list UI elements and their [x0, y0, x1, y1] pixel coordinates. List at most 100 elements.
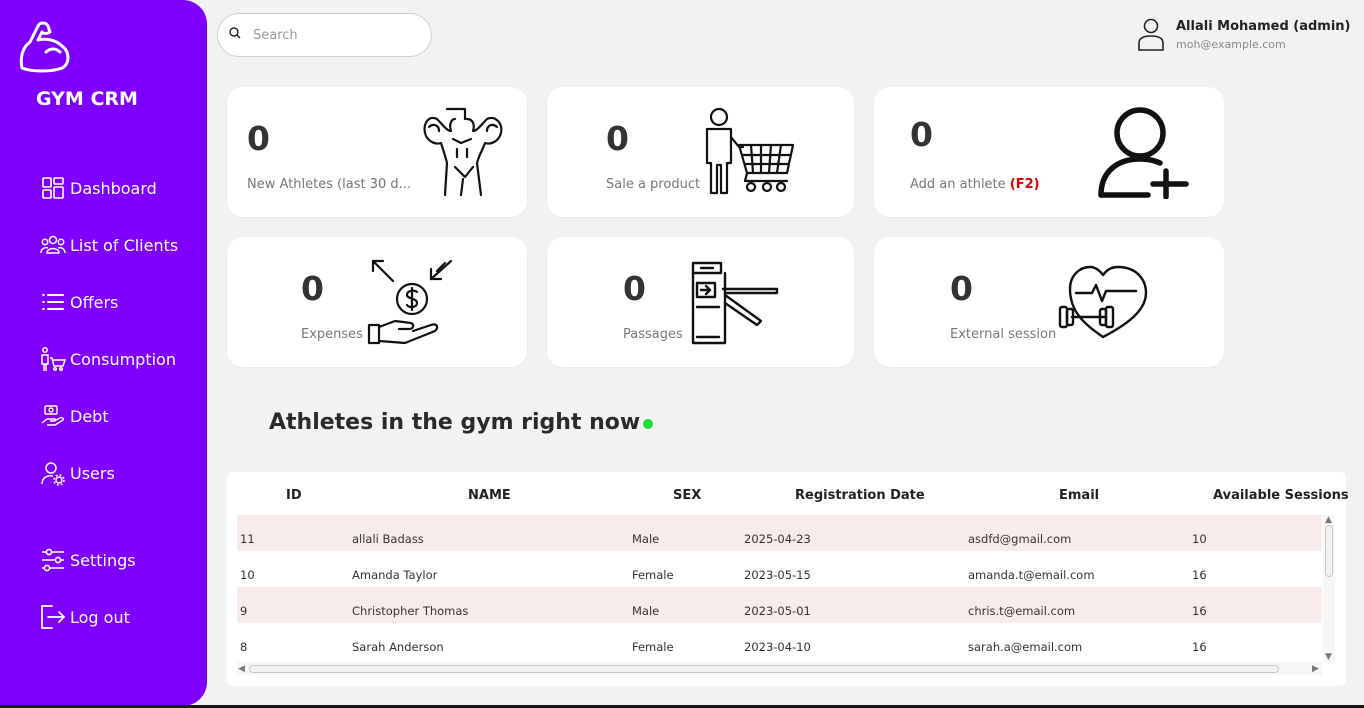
sidebar-item-settings[interactable]: Settings — [40, 545, 136, 575]
sidebar-item-label: Offers — [70, 292, 119, 312]
card-new-athletes[interactable]: 0 New Athletes (last 30 d... — [227, 87, 527, 217]
cell-registration-date: 2023-04-10 — [744, 640, 811, 654]
cell-name: allali Badass — [352, 532, 424, 546]
card-value: 0 — [606, 119, 629, 158]
sidebar-item-users[interactable]: Users — [40, 458, 115, 488]
scroll-right-arrow[interactable]: ▶ — [1312, 664, 1319, 674]
cell-sex: Female — [632, 640, 674, 654]
sidebar-item-label: Debt — [70, 406, 109, 426]
cell-available-sessions: 10 — [1192, 532, 1207, 546]
vertical-scroll-thumb[interactable] — [1325, 525, 1333, 577]
shortcut-hint: (F2) — [1009, 177, 1040, 192]
card-value: 0 — [623, 269, 646, 308]
vertical-scrollbar[interactable]: ▲ ▼ — [1323, 515, 1335, 662]
column-header-name[interactable]: NAME — [468, 488, 511, 503]
cell-sex: Male — [632, 604, 660, 618]
cell-email: chris.t@email.com — [968, 604, 1076, 618]
column-header-available-sessions[interactable]: Available Sessions — [1213, 488, 1349, 503]
cell-registration-date: 2023-05-15 — [744, 568, 811, 582]
card-label: Expenses — [301, 327, 363, 342]
card-value: 0 — [910, 115, 933, 154]
hand-coin-icon — [367, 259, 453, 345]
card-external-session[interactable]: 0 External session — [874, 237, 1224, 367]
column-header-registration-date[interactable]: Registration Date — [795, 488, 925, 503]
cell-email: sarah.a@email.com — [968, 640, 1083, 654]
scroll-up-arrow[interactable]: ▲ — [1325, 515, 1332, 525]
group-icon — [40, 232, 66, 258]
sidebar: GYM CRM Dashboard List of Clients Offers — [0, 0, 207, 706]
sidebar-item-label: Log out — [70, 607, 130, 627]
sidebar-item-label: Consumption — [70, 349, 176, 369]
sidebar-item-clients[interactable]: List of Clients — [40, 230, 178, 260]
cell-available-sessions: 16 — [1192, 604, 1207, 618]
grid-icon — [40, 175, 66, 201]
card-label: Sale a product — [606, 177, 701, 192]
card-value: 0 — [301, 269, 324, 308]
sidebar-item-dashboard[interactable]: Dashboard — [40, 173, 157, 203]
card-label: Passages — [623, 327, 683, 342]
card-sale-product[interactable]: 0 Sale a product — [547, 87, 854, 217]
section-title: Athletes in the gym right now — [269, 410, 654, 435]
cell-available-sessions: 16 — [1192, 640, 1207, 654]
cell-registration-date: 2023-05-01 — [744, 604, 811, 618]
column-header-email[interactable]: Email — [1059, 488, 1099, 503]
cell-sex: Female — [632, 568, 674, 582]
live-status-indicator — [643, 418, 654, 429]
table-row[interactable]: 8 Sarah Anderson Female 2023-04-10 sarah… — [237, 623, 1322, 659]
sidebar-item-offers[interactable]: Offers — [40, 287, 118, 317]
cell-name: Sarah Anderson — [352, 640, 444, 654]
user-name: Allali Mohamed (admin) — [1176, 19, 1351, 34]
cell-email: amanda.t@email.com — [968, 568, 1095, 582]
brand-name: GYM CRM — [36, 88, 138, 110]
avatar — [1138, 18, 1164, 51]
add-user-icon — [1098, 107, 1189, 199]
search-input[interactable] — [253, 27, 413, 43]
section-title-text: Athletes in the gym right now — [269, 410, 641, 435]
cell-id: 9 — [240, 604, 248, 618]
table-row[interactable]: 10 Amanda Taylor Female 2023-05-15 amand… — [237, 551, 1322, 587]
cell-id: 10 — [240, 568, 255, 582]
sidebar-item-label: Settings — [70, 550, 136, 570]
sidebar-item-label: List of Clients — [70, 235, 179, 255]
sidebar-item-consumption[interactable]: Consumption — [40, 344, 176, 374]
sliders-icon — [40, 547, 66, 573]
scroll-down-arrow[interactable]: ▼ — [1325, 652, 1332, 662]
bodybuilder-icon — [423, 107, 503, 197]
table-body: 11 allali Badass Male 2025-04-23 asdfd@g… — [237, 515, 1322, 660]
cell-name: Amanda Taylor — [352, 568, 438, 582]
user-profile[interactable]: Allali Mohamed (admin) moh@example.com — [1136, 16, 1351, 52]
heart-dumbbell-icon — [1058, 265, 1148, 339]
sidebar-item-logout[interactable]: Log out — [40, 602, 130, 632]
hand-money-icon — [40, 403, 66, 429]
column-header-sex[interactable]: SEX — [673, 488, 701, 503]
table-row[interactable]: 11 allali Badass Male 2025-04-23 asdfd@g… — [237, 515, 1322, 551]
sidebar-item-label: Users — [70, 463, 115, 483]
cell-email: asdfd@gmail.com — [968, 532, 1072, 546]
cell-id: 11 — [240, 532, 255, 546]
column-header-id[interactable]: ID — [286, 488, 302, 503]
cell-available-sessions: 16 — [1192, 568, 1207, 582]
card-expenses[interactable]: 0 Expenses — [227, 237, 527, 367]
shopping-cart-person-icon — [705, 107, 795, 195]
cart-person-icon — [40, 346, 66, 372]
turnstile-icon — [691, 261, 779, 345]
sidebar-item-debt[interactable]: Debt — [40, 401, 109, 431]
user-gear-icon — [40, 460, 66, 486]
cell-name: Christopher Thomas — [352, 604, 469, 618]
card-add-athlete[interactable]: 0 Add an athlete (F2) — [874, 87, 1224, 217]
user-email: moh@example.com — [1176, 38, 1286, 51]
cell-id: 8 — [240, 640, 248, 654]
search-icon — [229, 26, 241, 44]
horizontal-scrollbar[interactable]: ◀ ▶ — [237, 662, 1322, 675]
horizontal-scroll-thumb[interactable] — [249, 665, 1279, 673]
card-passages[interactable]: 0 Passages — [547, 237, 854, 367]
sidebar-item-label: Dashboard — [70, 178, 157, 198]
logout-icon — [40, 604, 66, 630]
card-label: External session — [950, 327, 1057, 342]
scroll-left-arrow[interactable]: ◀ — [238, 664, 245, 674]
list-icon — [40, 289, 66, 315]
card-label: New Athletes (last 30 d... — [247, 177, 412, 192]
table-row[interactable]: 9 Christopher Thomas Male 2023-05-01 chr… — [237, 587, 1322, 623]
athletes-table: ID NAME SEX Registration Date Email Avai… — [227, 472, 1349, 686]
search-box[interactable] — [217, 13, 432, 57]
